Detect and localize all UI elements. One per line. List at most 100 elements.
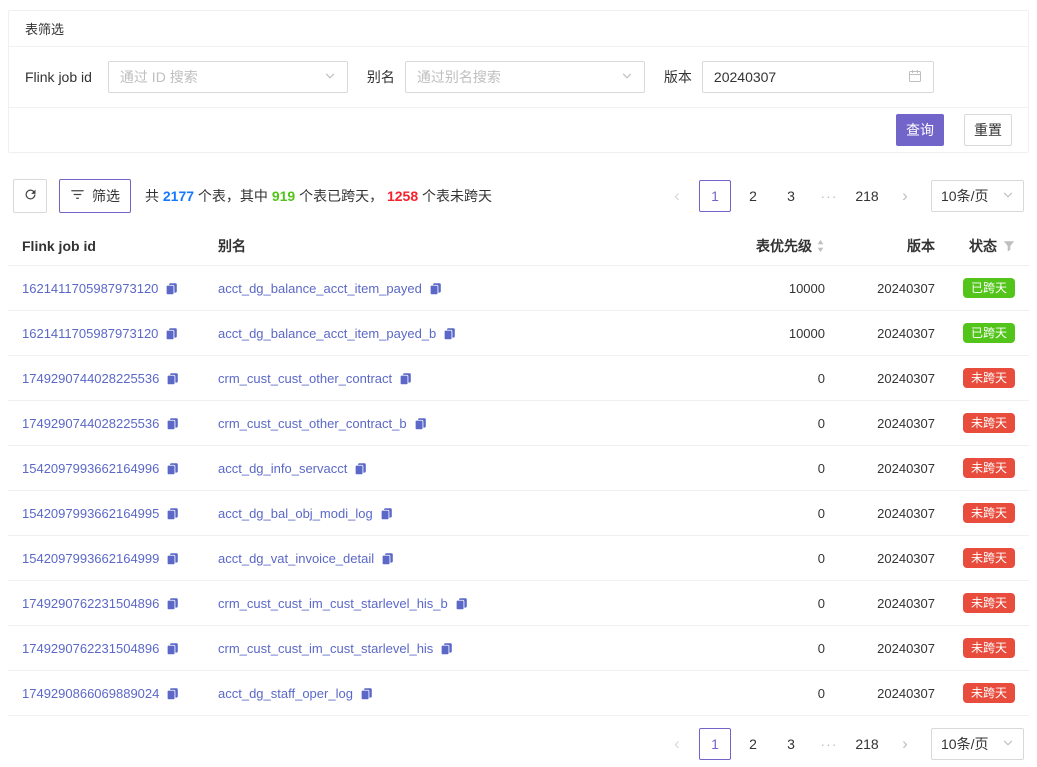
flink-job-id-input[interactable] [120, 69, 318, 85]
filter-button[interactable]: 筛选 [59, 179, 131, 213]
version-label: 版本 [664, 67, 692, 87]
reset-button[interactable]: 重置 [964, 114, 1012, 146]
page-button-1[interactable]: 1 [699, 180, 731, 212]
page-ellipsis[interactable]: ··· [813, 728, 845, 760]
copy-icon[interactable] [455, 597, 468, 610]
copy-icon[interactable] [443, 327, 456, 340]
flink-job-id-link[interactable]: 1542097993662164996 [22, 461, 159, 476]
flink-job-id-link[interactable]: 1749290744028225536 [22, 416, 159, 431]
copy-icon[interactable] [166, 372, 179, 385]
alias-input[interactable] [417, 69, 615, 85]
column-header-priority: 表优先级 [655, 236, 825, 256]
table-row: 1621411705987973120 acct_dg_balance_acct… [8, 311, 1029, 356]
table-row: 1749290762231504896 crm_cust_cust_im_cus… [8, 581, 1029, 626]
refresh-button[interactable] [13, 179, 47, 213]
copy-icon[interactable] [381, 552, 394, 565]
copy-icon[interactable] [399, 372, 412, 385]
chevron-down-icon [621, 69, 633, 85]
refresh-icon [23, 187, 38, 205]
alias-link[interactable]: crm_cust_cust_im_cust_starlevel_his [218, 641, 433, 656]
page-size-select[interactable]: 10条/页 [931, 180, 1024, 212]
flink-job-id-select[interactable] [108, 61, 348, 93]
alias-link[interactable]: crm_cust_cust_other_contract [218, 371, 392, 386]
copy-icon[interactable] [354, 462, 367, 475]
alias-link[interactable]: crm_cust_cust_other_contract_b [218, 416, 407, 431]
copy-icon[interactable] [165, 327, 178, 340]
version-value: 20240307 [825, 686, 935, 701]
flink-job-id-link[interactable]: 1621411705987973120 [22, 281, 158, 296]
page-ellipsis[interactable]: ··· [813, 180, 845, 212]
filter-card: 表筛选 Flink job id 别名 版本 [8, 10, 1029, 153]
copy-icon[interactable] [166, 462, 179, 475]
flink-job-id-link[interactable]: 1621411705987973120 [22, 326, 158, 341]
summary-uncrossed-count: 1258 [387, 188, 418, 204]
flink-job-id-link[interactable]: 1542097993662164995 [22, 506, 159, 521]
chevron-left-icon[interactable]: ‹ [661, 180, 693, 212]
alias-link[interactable]: crm_cust_cust_im_cust_starlevel_his_b [218, 596, 448, 611]
priority-value: 10000 [655, 281, 825, 296]
page-size-value: 10条/页 [941, 186, 988, 206]
page-size-select[interactable]: 10条/页 [931, 728, 1024, 760]
flink-job-id-link[interactable]: 1749290744028225536 [22, 371, 159, 386]
table-row: 1621411705987973120 acct_dg_balance_acct… [8, 266, 1029, 311]
status-badge: 未跨天 [963, 503, 1015, 523]
copy-icon[interactable] [166, 687, 179, 700]
summary-part: 个表，其中 [194, 188, 272, 204]
flink-job-id-link[interactable]: 1749290866069889024 [22, 686, 159, 701]
copy-icon[interactable] [414, 417, 427, 430]
page-button-last[interactable]: 218 [851, 180, 883, 212]
priority-value: 0 [655, 551, 825, 566]
copy-icon[interactable] [165, 282, 178, 295]
page-button-3[interactable]: 3 [775, 180, 807, 212]
table-row: 1749290762231504896 crm_cust_cust_im_cus… [8, 626, 1029, 671]
toolbar: 筛选 共 2177 个表，其中 919 个表已跨天， 1258 个表未跨天 ‹ … [8, 179, 1029, 213]
copy-icon[interactable] [360, 687, 373, 700]
copy-icon[interactable] [429, 282, 442, 295]
page-button-1[interactable]: 1 [699, 728, 731, 760]
alias-link[interactable]: acct_dg_vat_invoice_detail [218, 551, 374, 566]
page: 表筛选 Flink job id 别名 版本 [0, 0, 1037, 760]
filter-funnel-icon[interactable] [1003, 240, 1015, 252]
version-date-picker[interactable] [702, 61, 934, 93]
version-date-input[interactable] [714, 69, 902, 85]
copy-icon[interactable] [166, 552, 179, 565]
search-button[interactable]: 查询 [896, 114, 944, 146]
page-button-3[interactable]: 3 [775, 728, 807, 760]
column-header-version: 版本 [825, 236, 935, 256]
alias-link[interactable]: acct_dg_info_servacct [218, 461, 347, 476]
alias-link[interactable]: acct_dg_balance_acct_item_payed [218, 281, 422, 296]
table-row: 1749290744028225536 crm_cust_cust_other_… [8, 401, 1029, 446]
status-badge: 未跨天 [963, 638, 1015, 658]
status-badge: 未跨天 [963, 548, 1015, 568]
copy-icon[interactable] [440, 642, 453, 655]
table-row: 1542097993662164999 acct_dg_vat_invoice_… [8, 536, 1029, 581]
flink-job-id-link[interactable]: 1542097993662164999 [22, 551, 159, 566]
status-badge: 未跨天 [963, 368, 1015, 388]
alias-link[interactable]: acct_dg_staff_oper_log [218, 686, 353, 701]
flink-job-id-link[interactable]: 1749290762231504896 [22, 641, 159, 656]
copy-icon[interactable] [166, 642, 179, 655]
page-button-2[interactable]: 2 [737, 180, 769, 212]
chevron-left-icon[interactable]: ‹ [661, 728, 693, 760]
copy-icon[interactable] [166, 597, 179, 610]
version-value: 20240307 [825, 326, 935, 341]
copy-icon[interactable] [166, 417, 179, 430]
summary-crossed-count: 919 [272, 188, 295, 204]
copy-icon[interactable] [380, 507, 393, 520]
chevron-right-icon[interactable]: › [889, 728, 921, 760]
flink-job-id-link[interactable]: 1749290762231504896 [22, 596, 159, 611]
page-button-last[interactable]: 218 [851, 728, 883, 760]
copy-icon[interactable] [166, 507, 179, 520]
filter-row: Flink job id 别名 版本 [9, 47, 1028, 107]
column-header-flink-job-id: Flink job id [22, 238, 218, 254]
alias-link[interactable]: acct_dg_bal_obj_modi_log [218, 506, 373, 521]
chevron-right-icon[interactable]: › [889, 180, 921, 212]
alias-link[interactable]: acct_dg_balance_acct_item_payed_b [218, 326, 436, 341]
sort-icon[interactable] [816, 239, 825, 253]
chevron-down-icon [324, 69, 336, 85]
page-button-2[interactable]: 2 [737, 728, 769, 760]
alias-select[interactable] [405, 61, 645, 93]
filter-footer: 查询 重置 [9, 107, 1028, 152]
flink-job-id-label: Flink job id [25, 69, 92, 85]
version-value: 20240307 [825, 596, 935, 611]
